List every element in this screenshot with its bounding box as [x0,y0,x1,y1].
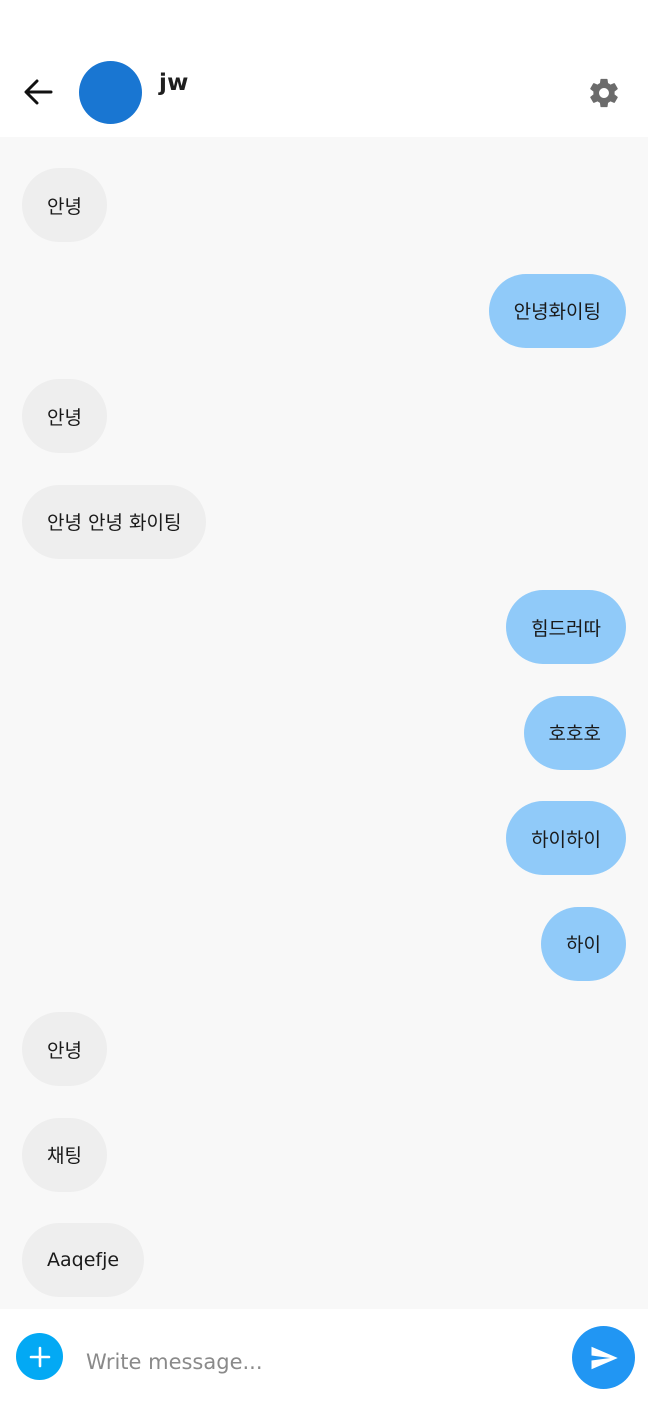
message-bubble[interactable]: 안녕 [22,1012,107,1086]
arrow-left-icon [24,79,53,105]
message-row: 안녕 안녕 화이팅 [22,484,626,559]
message-row: 힘드러따 [22,590,626,664]
contact-name: jw [159,70,189,96]
plus-icon [29,1346,50,1367]
message-bubble[interactable]: 안녕 안녕 화이팅 [22,484,207,559]
message-row: 안녕화이팅 [22,273,626,348]
gear-icon [590,78,618,108]
send-icon [591,1346,618,1369]
settings-button[interactable] [584,73,624,113]
chat-header: jw [0,0,648,137]
message-bubble[interactable]: 채팅 [22,1117,107,1192]
message-row: 안녕 [22,1012,626,1086]
message-bubble[interactable]: 힘드러따 [506,590,626,664]
back-button[interactable] [18,72,58,112]
message-row: 하이 [22,906,626,981]
avatar[interactable] [79,61,142,124]
message-bubble[interactable]: 호호호 [523,695,626,770]
message-row: 안녕 [22,379,626,453]
send-button[interactable] [572,1326,635,1389]
message-row: 호호호 [22,695,626,770]
message-bubble[interactable]: 안녕 [22,379,107,453]
message-list[interactable]: 안녕 안녕화이팅 안녕 안녕 안녕 화이팅 힘드러따 호호호 하이하이 하이 안… [0,137,648,1309]
message-bubble[interactable]: 하이하이 [506,801,626,875]
message-row: Aaqefje [22,1223,626,1297]
add-attachment-button[interactable] [16,1333,63,1380]
message-bubble[interactable]: 안녕화이팅 [488,273,626,348]
message-bubble[interactable]: 안녕 [22,168,107,242]
message-row: 하이하이 [22,801,626,875]
message-input[interactable] [86,1340,556,1384]
message-row: 안녕 [22,168,626,242]
message-bubble[interactable]: Aaqefje [22,1223,145,1297]
message-row: 채팅 [22,1117,626,1192]
message-bubble[interactable]: 하이 [541,906,626,981]
